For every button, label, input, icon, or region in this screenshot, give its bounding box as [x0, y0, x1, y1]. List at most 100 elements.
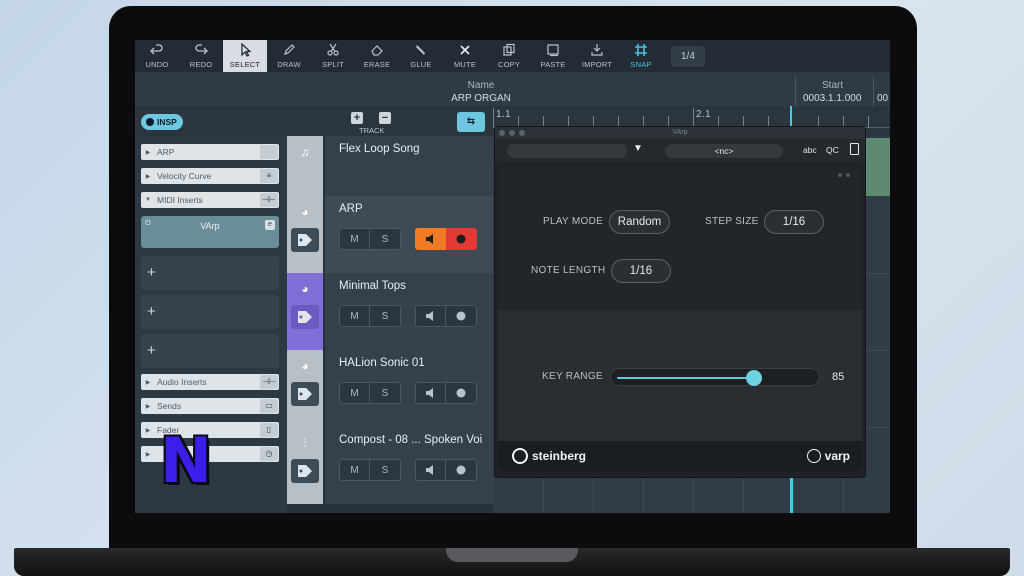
track-list: ♫ Flex Loop Song ◕ ARP M S ◕ Minimal Top…	[287, 136, 493, 513]
track-row[interactable]: ◕ HALion Sonic 01 M S	[287, 350, 493, 427]
note-length-selector[interactable]: 1/16	[611, 259, 671, 283]
erase-button[interactable]: ERASE	[355, 40, 399, 72]
track-name[interactable]: ARP	[339, 203, 363, 215]
solo-button[interactable]: S	[370, 459, 401, 481]
close-window-icon[interactable]	[499, 130, 505, 136]
timeline-ruler[interactable]: 1.1 2.1	[493, 106, 890, 128]
monitor-button[interactable]	[415, 305, 446, 327]
track-name[interactable]: Minimal Tops	[339, 280, 406, 292]
playhead-marker[interactable]	[790, 106, 792, 128]
tag-icon[interactable]	[291, 228, 319, 252]
step-size-selector[interactable]: 1/16	[764, 210, 824, 234]
start-label: Start	[822, 80, 844, 91]
tag-icon[interactable]	[291, 382, 319, 406]
monitor-button[interactable]	[415, 228, 446, 250]
panel-options-icon[interactable]	[838, 173, 850, 177]
copy-button[interactable]: COPY	[487, 40, 531, 72]
track-row-selected[interactable]: ◕ ARP M S	[287, 196, 493, 273]
fader-icon[interactable]: ▯	[260, 423, 278, 437]
insert-slot-varp[interactable]: ⏻ VArp e	[141, 216, 279, 248]
quick-controls-button[interactable]: QC	[826, 145, 839, 155]
key-range-slider[interactable]	[610, 368, 820, 386]
import-icon	[591, 44, 603, 56]
mute-button[interactable]: M	[339, 382, 370, 404]
abc-compare-button[interactable]: abc	[803, 145, 817, 155]
edit-icon[interactable]: e	[265, 220, 275, 230]
bypass-icon[interactable]: ⊣⊢	[260, 193, 278, 207]
monitor-button[interactable]	[415, 459, 446, 481]
record-enable-button[interactable]	[446, 305, 477, 327]
name-value[interactable]: ARP ORGAN	[425, 93, 537, 104]
tag-icon[interactable]	[291, 305, 319, 329]
track-row[interactable]: ⫶ Compost - 08 ... Spoken Voi M S	[287, 427, 493, 504]
plugin-window-titlebar[interactable]: VArp	[495, 127, 865, 139]
key-range-value[interactable]: 85	[832, 371, 844, 383]
inspector-section-sends[interactable]: ▶ Sends ▭	[141, 398, 279, 414]
draw-button[interactable]: DRAW	[267, 40, 311, 72]
record-enable-button[interactable]	[446, 382, 477, 404]
paste-button[interactable]: PASTE	[531, 40, 575, 72]
insert-slot-empty-1[interactable]: +	[141, 256, 279, 290]
insert-slot-empty-3[interactable]: +	[141, 334, 279, 368]
inspector-section-midi-inserts[interactable]: ▼ MIDI Inserts ⊣⊢	[141, 192, 279, 208]
track-header[interactable]: Compost - 08 ... Spoken Voi M S	[325, 427, 493, 504]
plugin-footer: steinberg varp	[498, 441, 862, 471]
track-header[interactable]: HALion Sonic 01 M S	[325, 350, 493, 427]
import-button[interactable]: IMPORT	[575, 40, 619, 72]
track-color-strip[interactable]: ◕	[287, 196, 323, 273]
insert-slot-varp-label: VArp	[200, 221, 220, 231]
monitor-button[interactable]	[415, 382, 446, 404]
sends-icon[interactable]: ▭	[260, 399, 278, 413]
varp-logo-icon	[806, 449, 821, 463]
pointer-icon	[241, 43, 252, 57]
track-color-strip[interactable]: ⫶	[287, 427, 323, 504]
insert-slot-empty-2[interactable]: +	[141, 295, 279, 329]
solo-button[interactable]: S	[370, 228, 401, 250]
record-enable-button[interactable]	[446, 228, 477, 250]
toolbar-page-indicator[interactable]: 1/4	[671, 45, 705, 67]
midi-event-clip[interactable]	[865, 138, 890, 196]
solo-button[interactable]: S	[370, 382, 401, 404]
track-color-strip[interactable]: ◕	[287, 350, 323, 427]
zoom-window-icon[interactable]	[519, 130, 525, 136]
add-track-button[interactable]: +	[351, 112, 363, 124]
redo-button[interactable]: REDO	[179, 40, 223, 72]
glue-button[interactable]: GLUE	[399, 40, 443, 72]
snap-button[interactable]: SNAP	[619, 40, 663, 72]
inspector-section-arp[interactable]: ▶ ARP	[141, 144, 279, 160]
track-name[interactable]: HALion Sonic 01	[339, 357, 425, 369]
track-color-strip[interactable]: ◕	[287, 273, 323, 350]
track-name[interactable]: Compost - 08 ... Spoken Voi	[339, 434, 482, 446]
clock-icon[interactable]: ◷	[260, 447, 278, 461]
minimize-window-icon[interactable]	[509, 130, 515, 136]
inspector-section-audio-inserts[interactable]: ▶ Audio Inserts ⊣⊢	[141, 374, 279, 390]
remove-track-button[interactable]: −	[379, 112, 391, 124]
select-button[interactable]: SELECT	[223, 40, 267, 72]
play-mode-selector[interactable]: Random	[609, 210, 670, 234]
key-range-slider-thumb[interactable]	[746, 370, 763, 386]
preset-dropdown-icon[interactable]: ▼	[633, 143, 643, 154]
track-row[interactable]: ◕ Minimal Tops M S	[287, 273, 493, 350]
toolbar: UNDO REDO SELECT DRAW SPLIT ERASE GLUE M…	[135, 40, 890, 72]
mute-button[interactable]: M	[339, 305, 370, 327]
export-icon[interactable]	[850, 143, 859, 155]
varp-logo: varp	[806, 449, 850, 463]
preset-field[interactable]	[507, 144, 627, 158]
bypass-icon[interactable]: ⊣⊢	[260, 375, 278, 389]
track-name[interactable]: Flex Loop Song	[339, 143, 420, 155]
solo-button[interactable]: S	[370, 305, 401, 327]
split-view-button[interactable]: ⇆	[457, 112, 485, 132]
undo-button[interactable]: UNDO	[135, 40, 179, 72]
side-chain-selector[interactable]: <nc>	[665, 144, 783, 158]
record-enable-button[interactable]	[446, 459, 477, 481]
start-value[interactable]: 0003.1.1.000	[803, 93, 861, 104]
tag-icon[interactable]	[291, 459, 319, 483]
mute-button[interactable]: MUTE	[443, 40, 487, 72]
track-header[interactable]: Minimal Tops M S	[325, 273, 493, 350]
mute-button[interactable]: M	[339, 459, 370, 481]
split-button[interactable]: SPLIT	[311, 40, 355, 72]
track-header[interactable]: ARP M S	[325, 196, 493, 273]
mute-button[interactable]: M	[339, 228, 370, 250]
inspector-toggle-button[interactable]: INSP	[141, 114, 183, 130]
inspector-section-velocity[interactable]: ▶ Velocity Curve ≡	[141, 168, 279, 184]
